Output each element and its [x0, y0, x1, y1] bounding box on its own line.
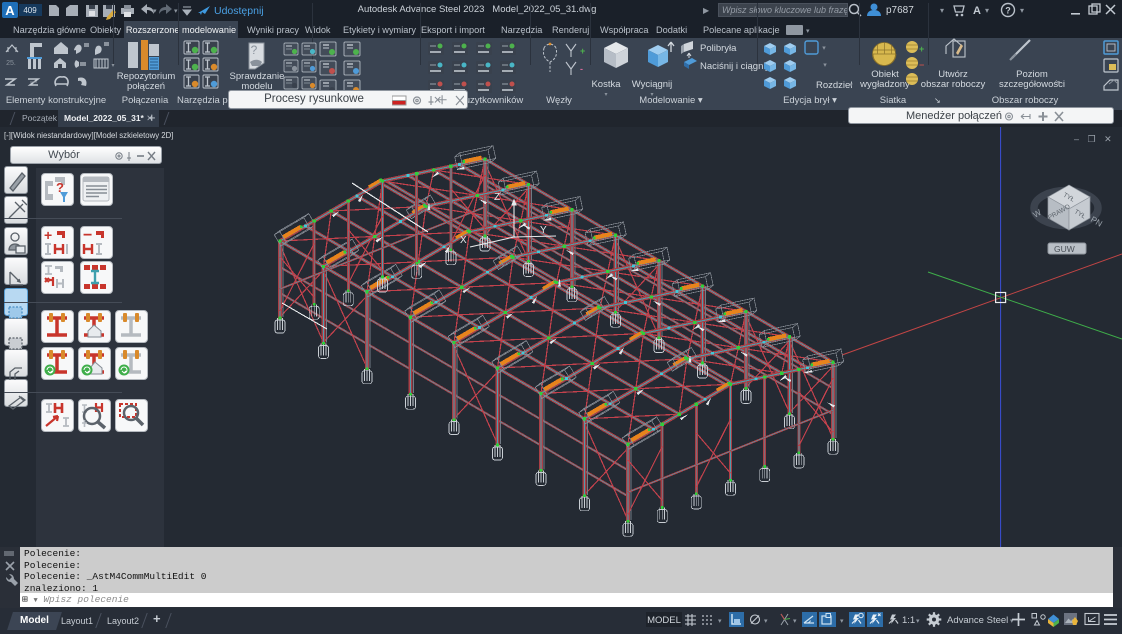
- svg-text:+: +: [580, 46, 585, 56]
- svg-text:▾: ▾: [849, 82, 853, 89]
- svg-text:▾: ▾: [1057, 80, 1060, 86]
- svg-text:▾: ▾: [1020, 6, 1024, 15]
- svg-text:Advance Steel: Advance Steel: [947, 615, 1008, 626]
- svg-text:MODEL: MODEL: [647, 615, 681, 626]
- svg-text:▾: ▾: [940, 6, 944, 15]
- svg-text:▾: ▾: [650, 92, 653, 98]
- svg-text:1:1: 1:1: [902, 615, 915, 626]
- svg-text:▾: ▾: [111, 63, 114, 69]
- svg-text:Polibryła: Polibryła: [700, 43, 737, 54]
- svg-text:GUW: GUW: [1054, 244, 1075, 254]
- svg-text:▾: ▾: [916, 618, 920, 625]
- svg-text:−: −: [919, 60, 924, 70]
- svg-text:-: -: [580, 64, 583, 74]
- svg-text:A: A: [5, 3, 15, 18]
- svg-text:▾: ▾: [793, 618, 797, 625]
- svg-text:Y: Y: [540, 225, 547, 236]
- svg-text:▾: ▾: [823, 62, 827, 69]
- svg-text:▾: ▾: [764, 618, 768, 625]
- svg-text:Udostępnij: Udostępnij: [214, 5, 264, 17]
- svg-text:▾: ▾: [153, 8, 157, 15]
- svg-text:Wyciągnij: Wyciągnij: [632, 79, 673, 90]
- svg-text:A: A: [973, 5, 981, 17]
- svg-text:▾: ▾: [718, 618, 722, 625]
- svg-text:?: ?: [251, 43, 258, 57]
- svg-text:?: ?: [1005, 6, 1011, 16]
- svg-text:X: X: [460, 235, 467, 246]
- svg-text:409: 409: [23, 6, 37, 15]
- svg-text:▾: ▾: [822, 45, 826, 52]
- svg-text:Z: Z: [494, 192, 500, 203]
- svg-text:Naciśnij i ciągnij: Naciśnij i ciągnij: [700, 61, 768, 72]
- svg-text:+: +: [919, 44, 924, 54]
- svg-text:Rozdziel: Rozdziel: [816, 80, 852, 91]
- svg-text:▾: ▾: [604, 92, 607, 98]
- svg-text:▾: ▾: [985, 6, 989, 15]
- svg-text:Kostka: Kostka: [591, 79, 621, 90]
- svg-text:25.: 25.: [6, 60, 16, 67]
- svg-text:▾: ▾: [840, 618, 844, 625]
- svg-text:p7687: p7687: [886, 5, 914, 16]
